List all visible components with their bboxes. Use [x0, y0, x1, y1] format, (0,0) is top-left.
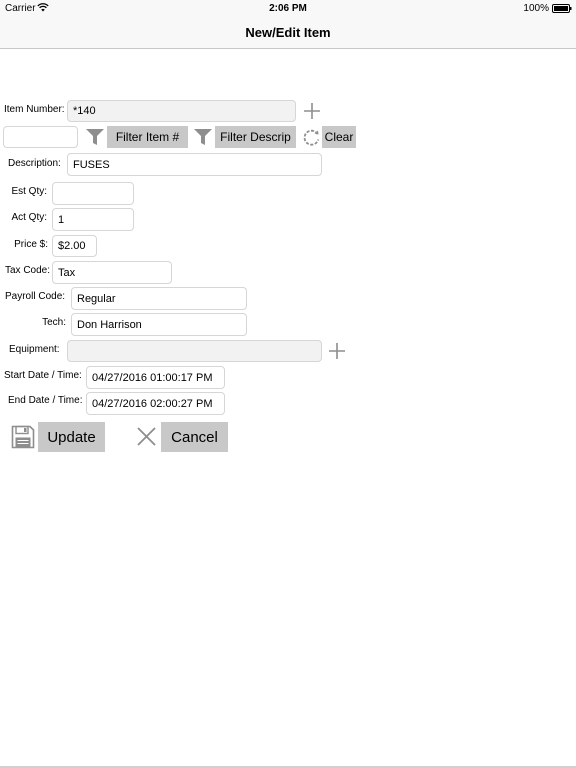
tax-code-field[interactable]: Tax — [52, 261, 172, 284]
status-time: 2:06 PM — [269, 3, 307, 14]
filter-search-input[interactable] — [3, 126, 78, 148]
end-datetime-label: End Date / Time: — [8, 395, 83, 406]
tech-label: Tech: — [42, 317, 66, 328]
status-battery-percent: 100% — [523, 3, 549, 14]
start-datetime-label: Start Date / Time: — [4, 370, 82, 381]
page-title: New/Edit Item — [245, 25, 331, 40]
status-bar: Carrier 2:06 PM 100% — [0, 0, 576, 17]
plus-icon[interactable] — [328, 342, 346, 360]
item-number-field[interactable]: *140 — [67, 100, 296, 122]
payroll-code-field[interactable]: Regular — [71, 287, 247, 310]
end-datetime-field[interactable]: 04/27/2016 02:00:27 PM — [86, 392, 225, 415]
price-label: Price $: — [14, 239, 48, 250]
payroll-code-label: Payroll Code: — [5, 291, 66, 302]
plus-icon[interactable] — [303, 102, 321, 120]
est-qty-field[interactable] — [52, 182, 134, 205]
floppy-disk-icon[interactable] — [11, 425, 35, 449]
refresh-icon[interactable] — [302, 128, 321, 147]
start-datetime-field[interactable]: 04/27/2016 01:00:17 PM — [86, 366, 225, 389]
battery-icon — [552, 4, 572, 13]
close-icon[interactable] — [137, 427, 156, 446]
clear-button[interactable]: Clear — [322, 126, 356, 148]
act-qty-label: Act Qty: — [11, 212, 47, 223]
act-qty-field[interactable]: 1 — [52, 208, 134, 231]
update-button[interactable]: Update — [38, 422, 105, 452]
funnel-icon[interactable] — [86, 129, 104, 146]
description-field[interactable]: FUSES — [67, 153, 322, 176]
filter-description-button[interactable]: Filter Descrip — [215, 126, 296, 148]
item-number-label: Item Number: — [4, 104, 65, 115]
page: Carrier 2:06 PM 100% New/Edit Item Item … — [0, 0, 576, 768]
tech-field[interactable]: Don Harrison — [71, 313, 247, 336]
price-field[interactable]: $2.00 — [52, 235, 97, 257]
funnel-icon[interactable] — [194, 129, 212, 146]
tax-code-label: Tax Code: — [5, 265, 51, 276]
navigation-bar: New/Edit Item — [0, 17, 576, 49]
equipment-label: Equipment: — [9, 344, 60, 355]
description-label: Description: — [8, 158, 61, 169]
equipment-field[interactable] — [67, 340, 322, 362]
filter-item-number-button[interactable]: Filter Item # — [107, 126, 188, 148]
est-qty-label: Est Qty: — [11, 186, 47, 197]
cancel-button[interactable]: Cancel — [161, 422, 228, 452]
